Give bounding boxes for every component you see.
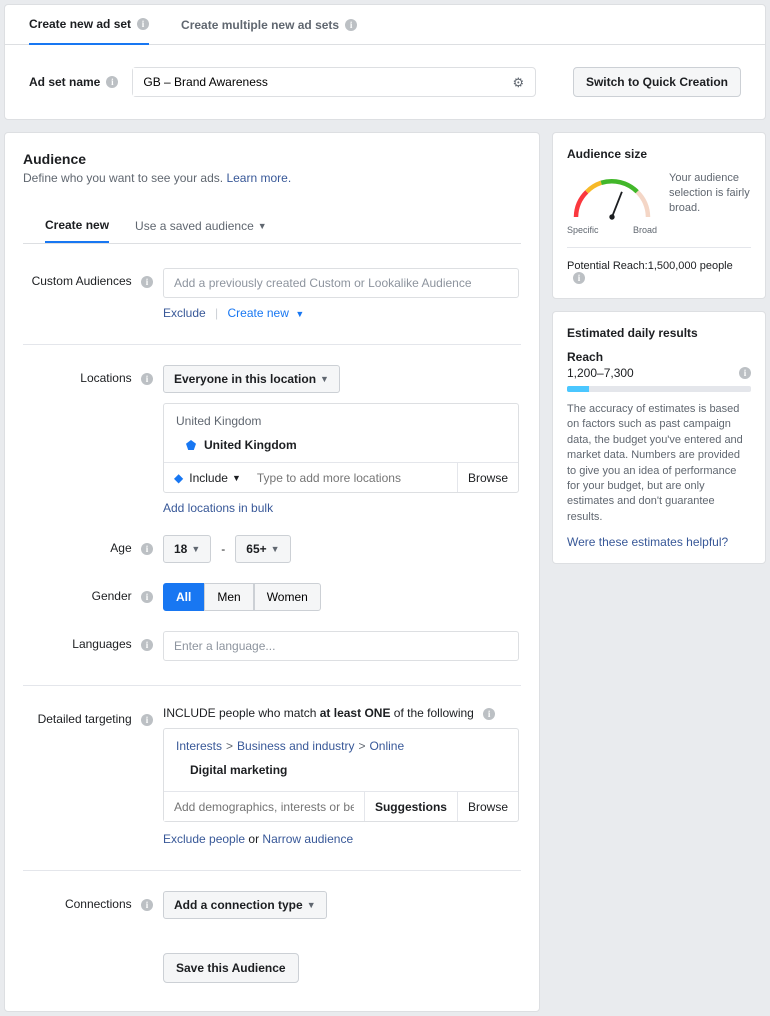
pin-icon: [186, 440, 196, 450]
info-icon[interactable]: i: [141, 276, 153, 288]
save-audience-button[interactable]: Save this Audience: [163, 953, 299, 983]
tab-saved-audience[interactable]: Use a saved audience▼: [135, 209, 267, 243]
potential-reach: Potential Reach:1,500,000 people i: [567, 260, 751, 284]
estimated-results-card: Estimated daily results Reach 1,200–7,30…: [552, 311, 766, 564]
gender-women-button[interactable]: Women: [254, 583, 321, 611]
dt-or: or: [245, 832, 262, 846]
audience-title: Audience: [23, 151, 521, 167]
edr-bar: [567, 386, 751, 392]
tab-create-label: Create new ad set: [29, 17, 131, 31]
info-icon[interactable]: i: [141, 373, 153, 385]
dt-crumb-business[interactable]: Business and industry: [237, 739, 354, 753]
dt-crumb-online[interactable]: Online: [369, 739, 404, 753]
learn-more-link[interactable]: Learn more.: [226, 171, 291, 185]
gear-icon: ⚙: [513, 76, 525, 89]
location-search-input[interactable]: [249, 463, 457, 492]
audience-size-card: Audience size Specific: [552, 132, 766, 299]
locations-label: Locations i: [23, 365, 163, 385]
edr-title: Estimated daily results: [567, 326, 751, 340]
age-label: Age i: [23, 535, 163, 555]
adset-name-input[interactable]: [133, 68, 503, 96]
custom-audiences-input[interactable]: [163, 268, 519, 298]
languages-label: Languages i: [23, 631, 163, 651]
info-icon[interactable]: i: [141, 543, 153, 555]
info-icon[interactable]: i: [141, 591, 153, 603]
caret-down-icon: ▼: [191, 544, 200, 554]
dt-box: Interests>Business and industry>Online D…: [163, 728, 519, 822]
audience-tabs: Create new Use a saved audience▼: [23, 209, 521, 244]
pin-icon: ◆: [174, 471, 183, 485]
age-min-select[interactable]: 18▼: [163, 535, 211, 563]
dt-include-header: INCLUDE people who match at least ONE of…: [163, 706, 521, 720]
custom-audiences-label: Custom Audiences i: [23, 268, 163, 288]
info-icon[interactable]: i: [137, 18, 149, 30]
gender-men-button[interactable]: Men: [204, 583, 253, 611]
info-icon[interactable]: i: [141, 899, 153, 911]
audience-gauge: [567, 171, 657, 227]
info-icon[interactable]: i: [345, 19, 357, 31]
age-separator: -: [221, 542, 225, 556]
top-tabs: Create new ad set i Create multiple new …: [5, 5, 765, 45]
caret-down-icon: ▼: [271, 544, 280, 554]
connections-label: Connections i: [23, 891, 163, 911]
caret-down-icon: ▼: [258, 221, 267, 231]
tab-create-new-audience[interactable]: Create new: [45, 209, 109, 243]
audience-card: Audience Define who you want to see your…: [4, 132, 540, 1012]
audience-size-title: Audience size: [567, 147, 751, 161]
edr-desc: The accuracy of estimates is based on fa…: [567, 402, 751, 525]
gender-label: Gender i: [23, 583, 163, 603]
caret-down-icon: ▼: [293, 309, 304, 319]
dt-suggestions-button[interactable]: Suggestions: [364, 792, 457, 821]
info-icon[interactable]: i: [106, 76, 118, 88]
info-icon[interactable]: i: [141, 639, 153, 651]
edr-reach-value: 1,200–7,300: [567, 366, 634, 380]
adset-name-field: ⚙: [132, 67, 536, 97]
adset-settings-button[interactable]: ⚙: [503, 68, 533, 96]
connections-select[interactable]: Add a connection type▼: [163, 891, 327, 919]
dt-breadcrumb: Interests>Business and industry>Online: [164, 729, 518, 763]
languages-input[interactable]: [163, 631, 519, 661]
create-new-audience-link[interactable]: Create new ▼: [228, 306, 305, 320]
exclude-people-link[interactable]: Exclude people: [163, 832, 245, 846]
exclude-link[interactable]: Exclude: [163, 306, 206, 320]
caret-down-icon: ▼: [307, 900, 316, 910]
info-icon[interactable]: i: [483, 708, 495, 720]
estimates-helpful-link[interactable]: Were these estimates helpful?: [567, 535, 728, 549]
dt-item-digital-marketing[interactable]: Digital marketing: [164, 763, 518, 791]
location-browse-button[interactable]: Browse: [457, 463, 518, 492]
gender-all-button[interactable]: All: [163, 583, 204, 611]
caret-down-icon: ▼: [320, 374, 329, 384]
location-include-toggle[interactable]: ◆ Include ▼: [164, 463, 249, 492]
dt-crumb-interests[interactable]: Interests: [176, 739, 222, 753]
dt-browse-button[interactable]: Browse: [457, 792, 518, 821]
detailed-targeting-label: Detailed targeting i: [23, 706, 163, 726]
gender-group: All Men Women: [163, 583, 521, 611]
audience-size-desc: Your audience selection is fairly broad.: [669, 171, 751, 235]
audience-subtitle: Define who you want to see your ads. Lea…: [23, 171, 521, 185]
location-country-header: United Kingdom: [164, 404, 518, 432]
tab-create-multiple[interactable]: Create multiple new ad sets i: [181, 5, 357, 45]
info-icon[interactable]: i: [739, 367, 751, 379]
tab-create-ad-set[interactable]: Create new ad set i: [29, 5, 149, 45]
location-item-uk[interactable]: United Kingdom: [164, 432, 518, 462]
edr-reach-label: Reach: [567, 350, 751, 364]
location-scope-select[interactable]: Everyone in this location▼: [163, 365, 340, 393]
age-max-select[interactable]: 65+▼: [235, 535, 290, 563]
info-icon[interactable]: i: [141, 714, 153, 726]
info-icon[interactable]: i: [573, 272, 585, 284]
dt-search-input[interactable]: [164, 792, 364, 821]
switch-quick-creation-button[interactable]: Switch to Quick Creation: [573, 67, 741, 97]
adset-name-label: Ad set name: [29, 75, 100, 89]
caret-down-icon: ▼: [232, 473, 241, 483]
narrow-audience-link[interactable]: Narrow audience: [262, 832, 353, 846]
locations-box: United Kingdom United Kingdom ◆ Include …: [163, 403, 519, 493]
add-locations-bulk-link[interactable]: Add locations in bulk: [163, 501, 273, 515]
top-card: Create new ad set i Create multiple new …: [4, 4, 766, 120]
tab-multiple-label: Create multiple new ad sets: [181, 18, 339, 32]
